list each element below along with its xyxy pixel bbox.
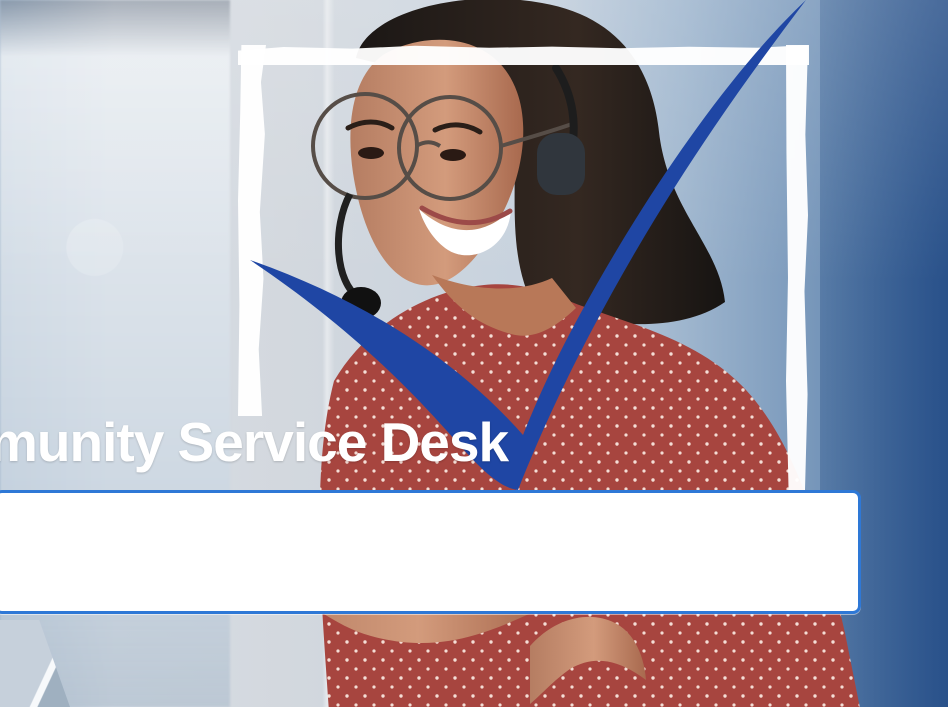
service-desk-search-input[interactable]	[0, 493, 858, 611]
service-desk-search-box[interactable]	[0, 490, 861, 614]
service-desk-title: munity Service Desk	[0, 411, 509, 473]
hero-banner: munity Service Desk	[0, 0, 948, 707]
